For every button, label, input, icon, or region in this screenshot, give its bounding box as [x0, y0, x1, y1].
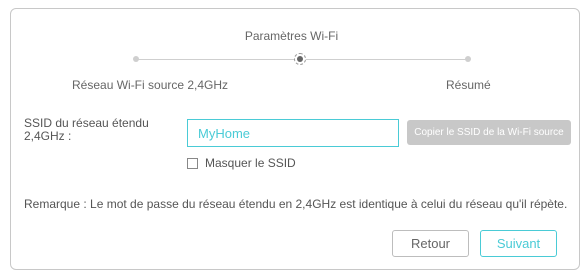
current-step-title: Paramètres Wi-Fi — [244, 29, 339, 43]
next-button[interactable]: Suivant — [480, 230, 557, 257]
hide-ssid-checkbox[interactable] — [187, 157, 198, 169]
step-label-source: Réseau Wi-Fi source 2,4GHz — [72, 78, 229, 92]
note-text: Remarque : Le mot de passe du réseau éte… — [24, 197, 568, 211]
back-button[interactable]: Retour — [392, 230, 469, 257]
step-dot-current — [294, 53, 306, 65]
copy-ssid-button[interactable]: Copier le SSID de la Wi-Fi source — [407, 120, 571, 145]
ssid-input[interactable] — [187, 119, 399, 147]
hide-ssid-option[interactable]: Masquer le SSID — [187, 156, 296, 170]
step-dot-summary — [465, 56, 471, 62]
ssid-label: SSID du réseau étendu 2,4GHz : — [24, 116, 149, 143]
step-label-summary: Résumé — [446, 78, 491, 92]
step-dot-source — [133, 56, 139, 62]
hide-ssid-label: Masquer le SSID — [205, 156, 296, 170]
